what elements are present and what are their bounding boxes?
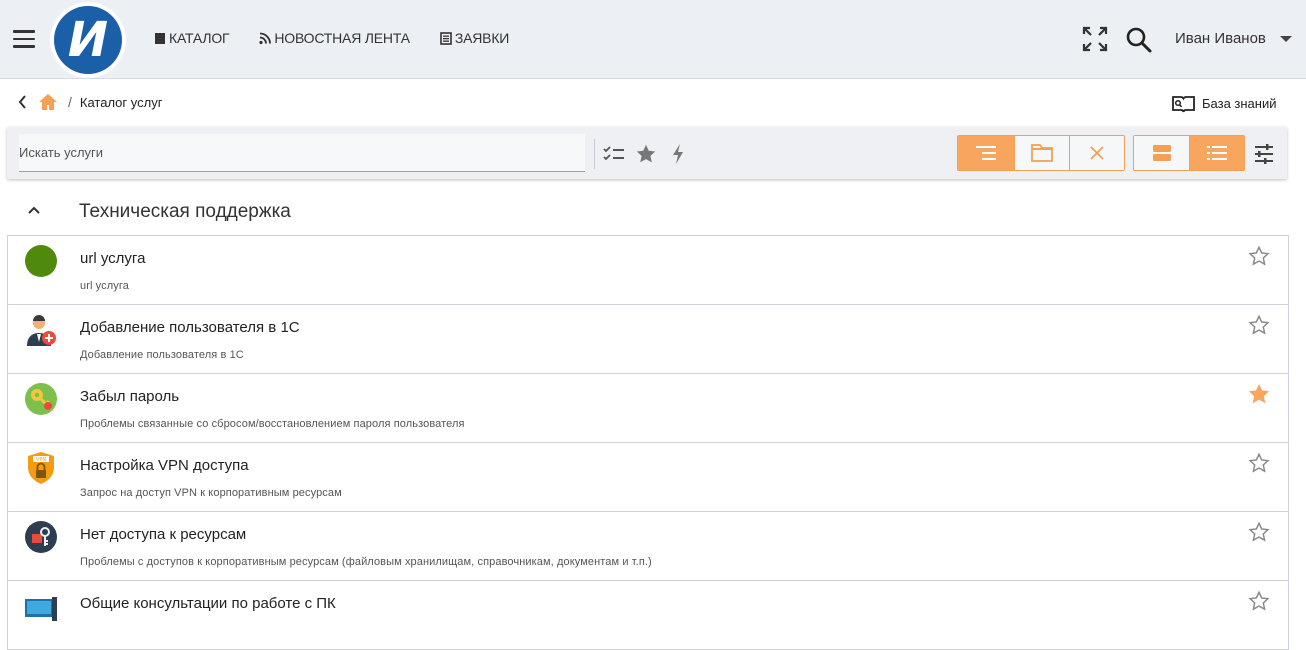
list-item[interactable]: Общие консультации по работе с ПК [8,581,1288,650]
list-item[interactable]: Забыл пароль Проблемы связанные со сброс… [8,374,1288,443]
search-icon[interactable] [1125,26,1152,53]
favorites-filter-button[interactable] [634,142,658,166]
logo[interactable]: И [50,2,126,78]
cards-icon [1152,145,1171,161]
breadcrumb: / Каталог услуг [18,92,162,112]
user-menu[interactable]: Иван Иванов [1175,30,1292,47]
service-title: Забыл пароль [80,388,180,405]
home-icon[interactable] [38,92,58,112]
knowledge-base-label: База знаний [1202,95,1277,111]
nav-tickets-label: ЗАЯВКИ [454,30,510,46]
knowledge-base-link[interactable]: База знаний [1171,93,1277,113]
nav-news-label: НОВОСТНАЯ ЛЕНТА [274,30,410,46]
service-list: url услуга url услуга Добавление пользов… [7,235,1289,650]
star-outline-icon[interactable] [1248,314,1270,336]
list-item[interactable]: url услуга url услуга [8,236,1288,305]
chevron-up-icon[interactable] [27,205,41,215]
access-denied-icon [25,521,57,553]
section-header: Техническая поддержка [0,192,1306,232]
checklist-icon [603,146,624,161]
back-icon[interactable] [18,92,28,112]
layout-mode-group [1133,135,1245,171]
menu-icon[interactable] [13,30,35,50]
list-item[interactable]: VPN Настройка VPN доступа Запрос на дост… [8,443,1288,512]
card-layout-button[interactable] [1134,136,1189,170]
section-title: Техническая поддержка [79,201,291,222]
list-item[interactable]: Добавление пользователя в 1С Добавление … [8,305,1288,374]
catalog-toolbar [7,127,1287,179]
key-icon [25,383,57,415]
clear-view-button[interactable] [1069,136,1124,170]
star-outline-icon[interactable] [1248,590,1270,612]
star-outline-icon[interactable] [1248,521,1270,543]
fullscreen-icon[interactable] [1082,26,1108,52]
tree-view-button[interactable] [958,136,1014,170]
list-icon [1207,146,1227,160]
logo-letter: И [54,6,122,74]
tickets-icon [440,31,452,45]
star-filled-icon [636,144,656,163]
chevron-down-icon [1279,35,1292,42]
user-name: Иван Иванов [1175,30,1266,47]
rss-icon [259,32,272,44]
service-title: Добавление пользователя в 1С [80,319,300,336]
checklist-filter-button[interactable] [602,142,626,166]
service-description: Проблемы связанные со сбросом/восстановл… [80,418,465,430]
service-description: Запрос на доступ VPN к корпоративным рес… [80,487,342,499]
filter-settings-icon[interactable] [1253,143,1275,165]
nav-news[interactable]: НОВОСТНАЯ ЛЕНТА [259,30,410,46]
breadcrumb-current: Каталог услуг [79,94,163,110]
service-title: url услуга [80,250,146,267]
service-search-input[interactable] [19,134,585,171]
close-icon [1090,146,1104,160]
open-book-icon [1172,96,1195,113]
breadcrumb-separator: / [68,94,72,110]
folder-icon [1031,144,1053,162]
folder-view-button[interactable] [1014,136,1069,170]
computer-icon [25,597,57,621]
main-nav: КАТАЛОГ НОВОСТНАЯ ЛЕНТА ЗАЯВКИ [154,30,509,46]
service-title: Нет доступа к ресурсам [80,526,247,543]
toolbar-divider [594,139,595,169]
list-item[interactable]: Нет доступа к ресурсам Проблемы с доступ… [8,512,1288,581]
nav-catalog-label: КАТАЛОГ [169,30,230,46]
top-bar: И КАТАЛОГ НОВОСТНАЯ ЛЕНТА ЗАЯВКИ Иван Ив… [0,0,1306,79]
service-description: Добавление пользователя в 1С [80,349,244,361]
nav-catalog[interactable]: КАТАЛОГ [154,30,230,46]
service-title: Настройка VPN доступа [80,457,249,474]
service-description: Проблемы с доступов к корпоративным ресу… [80,556,652,568]
svg-text:VPN: VPN [36,457,46,463]
star-outline-icon[interactable] [1248,245,1270,267]
search-field-wrapper [19,134,585,172]
star-outline-icon[interactable] [1248,452,1270,474]
add-user-icon [27,315,56,346]
view-mode-group [957,135,1125,171]
service-title: Общие консультации по работе с ПК [80,595,336,612]
vpn-shield-icon: VPN [28,452,54,484]
quick-filter-button[interactable] [666,142,690,166]
list-layout-button[interactable] [1189,136,1244,170]
service-description: url услуга [80,280,129,292]
green-circle-icon [25,245,57,277]
nav-tickets[interactable]: ЗАЯВКИ [440,30,509,46]
lightning-icon [673,144,683,164]
star-filled-icon[interactable] [1248,383,1270,405]
book-icon [155,32,165,44]
indent-list-icon [976,146,996,160]
